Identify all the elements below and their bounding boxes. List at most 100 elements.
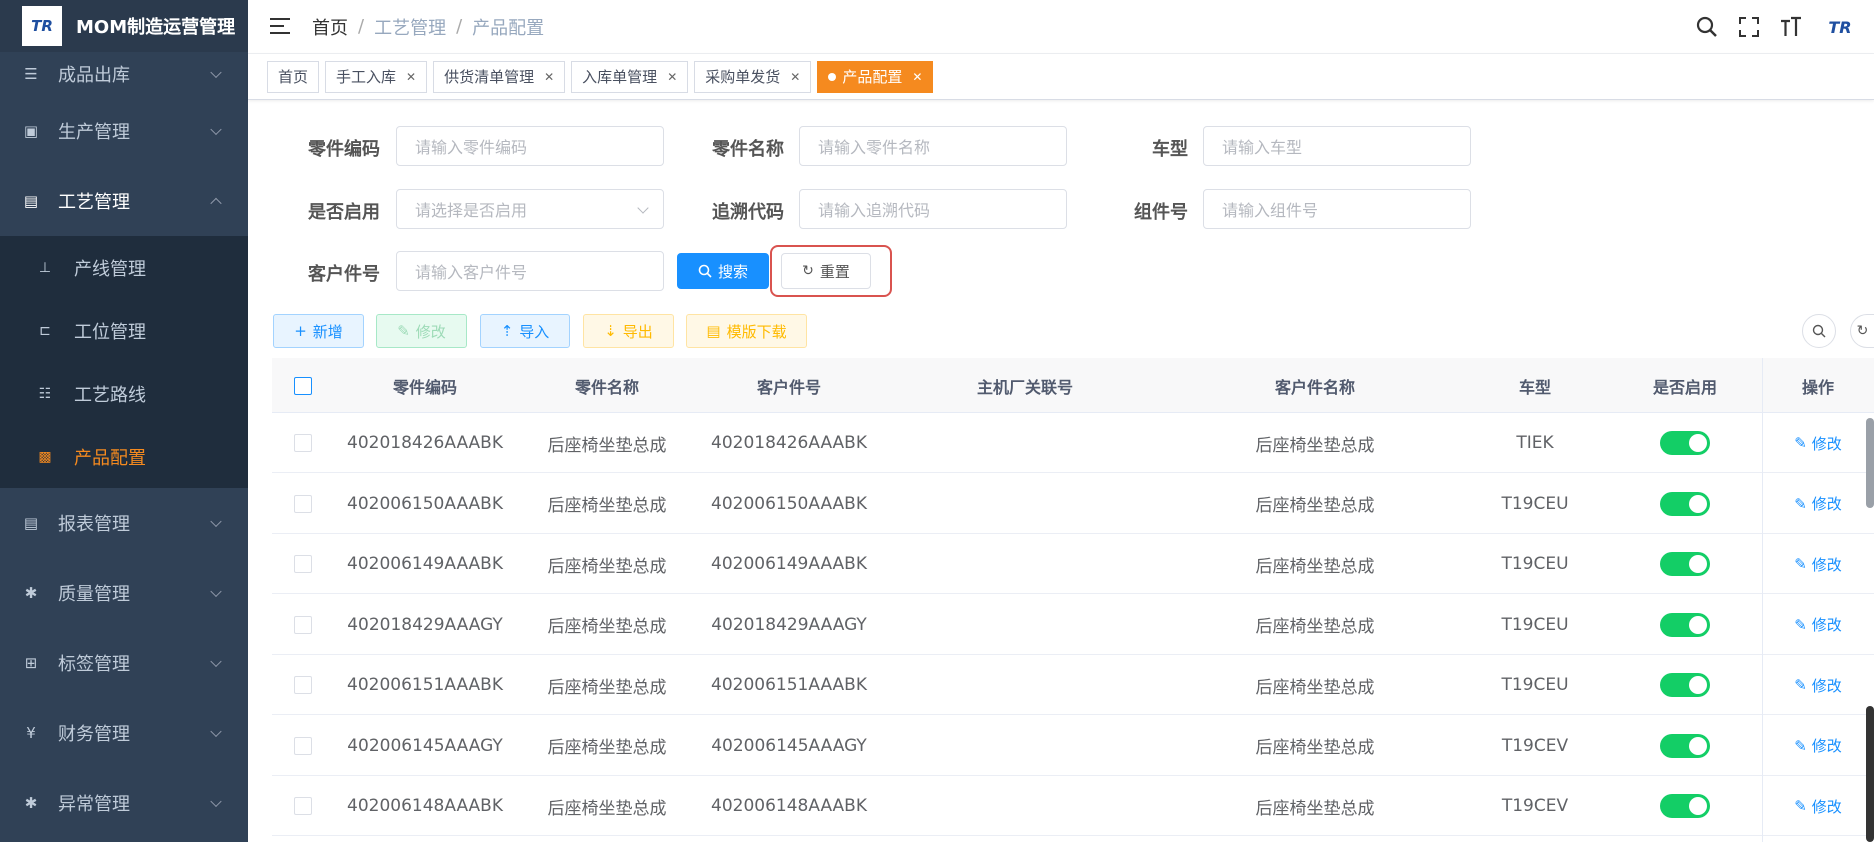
row-checkbox[interactable]	[294, 494, 312, 513]
enabled-toggle[interactable]	[1660, 673, 1710, 697]
template-download-button[interactable]: ▤ 模版下载	[686, 314, 807, 348]
sidebar-item-report[interactable]: ▤ 报表管理	[0, 488, 248, 558]
row-edit-link[interactable]: ✎ 修改	[1794, 675, 1842, 696]
tag-product-config[interactable]: 产品配置 ✕	[817, 60, 934, 93]
cell-part-name: 后座椅坐垫总成	[547, 556, 667, 577]
document-icon: ▤	[706, 322, 721, 340]
sidebar-item-label: 产品配置	[74, 447, 146, 469]
enabled-label: 是否启用	[308, 202, 380, 223]
enabled-toggle[interactable]	[1660, 552, 1710, 576]
cell-customer-part: 402018426AAABK	[711, 433, 867, 453]
customer-part-label: 客户件号	[308, 264, 380, 285]
row-edit-link[interactable]: ✎ 修改	[1794, 493, 1842, 514]
add-button[interactable]: + 新增	[273, 314, 364, 348]
search-button-label: 搜索	[717, 262, 748, 281]
fixed-column-divider	[1762, 358, 1763, 842]
export-button[interactable]: ⇣ 导出	[583, 314, 674, 348]
edit-icon: ✎	[1794, 676, 1807, 694]
close-icon[interactable]: ✕	[667, 70, 677, 84]
enabled-toggle[interactable]	[1660, 733, 1710, 758]
row-checkbox[interactable]	[294, 797, 312, 815]
sidebar-item-label: 报表管理	[58, 514, 130, 535]
row-select-cell	[272, 716, 334, 776]
part-name-input[interactable]: 请输入零件名称	[799, 126, 1067, 166]
component-input[interactable]: 请输入组件号	[1203, 189, 1471, 229]
cell-part-code: 402006149AAABK	[347, 554, 503, 574]
enabled-select[interactable]: 请选择是否启用	[396, 189, 664, 229]
navbar: 首页 / 工艺管理 / 产品配置 TR	[248, 0, 1874, 54]
edit-button[interactable]: ✎ 修改	[376, 314, 467, 348]
font-size-icon[interactable]	[1778, 14, 1804, 40]
cell-enabled	[1610, 474, 1760, 534]
sidebar-item-production[interactable]: ▣ 生产管理	[0, 96, 248, 166]
col-oem-ref: 主机厂关联号	[976, 377, 1073, 397]
customer-part-input[interactable]: 请输入客户件号	[396, 251, 664, 291]
tag-home[interactable]: 首页	[267, 60, 320, 93]
sidebar-item-finished-outbound[interactable]: ☰ 成品出库	[0, 52, 248, 96]
chevron-down-icon	[210, 795, 222, 808]
fullscreen-icon[interactable]	[1736, 14, 1762, 40]
vertical-scrollbar[interactable]	[1866, 418, 1874, 508]
tag-manual-inbound[interactable]: 手工入库 ✕	[325, 60, 428, 93]
cell-customer-name: 后座椅坐垫总成	[1255, 496, 1375, 516]
tag-purchase-shipment[interactable]: 采购单发货 ✕	[694, 60, 812, 93]
search-button[interactable]: 搜索	[677, 253, 769, 289]
row-checkbox[interactable]	[294, 555, 312, 573]
reset-button[interactable]: ↻ 重置	[781, 253, 871, 289]
sidebar-item-label-mgmt[interactable]: ⊞ 标签管理	[0, 628, 248, 698]
search-icon[interactable]	[1694, 14, 1720, 40]
toggle-search-button[interactable]	[1802, 314, 1836, 348]
refresh-icon: ↻	[802, 263, 814, 279]
tag-inbound-order[interactable]: 入库单管理 ✕	[571, 60, 689, 93]
row-checkbox[interactable]	[294, 615, 312, 634]
breadcrumb-home[interactable]: 首页	[312, 14, 348, 40]
row-edit-link[interactable]: ✎ 修改	[1794, 614, 1842, 635]
edit-button-label: 修改	[415, 322, 446, 341]
row-checkbox[interactable]	[294, 434, 312, 452]
row-edit-link[interactable]: ✎ 修改	[1794, 433, 1842, 454]
enabled-toggle[interactable]	[1660, 431, 1710, 455]
part-code-input[interactable]: 请输入零件编码	[396, 126, 664, 166]
sidebar-item-process[interactable]: ▤ 工艺管理	[0, 166, 248, 236]
enabled-toggle[interactable]	[1660, 612, 1710, 637]
enabled-toggle[interactable]	[1660, 491, 1710, 516]
edit-icon: ✎	[1794, 434, 1807, 452]
refresh-button[interactable]: ↻	[1850, 314, 1874, 348]
table-row: 402006151AAABK 后座椅坐垫总成 402006151AAABK 后座椅坐垫…	[272, 655, 1874, 715]
sidebar-item-quality[interactable]: ✱ 质量管理	[0, 558, 248, 628]
sidebar-item-finance[interactable]: ¥ 财务管理	[0, 698, 248, 768]
vehicle-input[interactable]: 请输入车型	[1203, 126, 1471, 166]
cell-part-code: 402006151AAABK	[347, 675, 503, 695]
hamburger-icon[interactable]	[270, 17, 290, 36]
close-icon[interactable]: ✕	[406, 70, 416, 84]
row-edit-label: 修改	[1811, 495, 1842, 513]
tag-label: 手工入库	[336, 68, 397, 86]
close-icon[interactable]: ✕	[544, 70, 554, 84]
row-checkbox[interactable]	[294, 736, 312, 755]
sidebar-item-exception[interactable]: ✱ 异常管理	[0, 768, 248, 838]
row-edit-link[interactable]: ✎ 修改	[1794, 735, 1842, 756]
row-edit-label: 修改	[1811, 797, 1842, 816]
import-button[interactable]: ⇡ 导入	[480, 314, 570, 348]
close-icon[interactable]: ✕	[790, 70, 800, 84]
cell-vehicle: TIEK	[1516, 433, 1554, 453]
avatar[interactable]: TR	[1820, 14, 1860, 40]
cell-part-code: 402006148AAABK	[347, 796, 503, 816]
row-edit-link[interactable]: ✎ 修改	[1794, 796, 1842, 817]
cell-part-code: 402018429AAAGY	[347, 614, 503, 635]
row-edit-link[interactable]: ✎ 修改	[1794, 554, 1842, 575]
row-checkbox[interactable]	[294, 676, 312, 694]
sidebar-item-process-route[interactable]: ☷ 工艺路线	[0, 362, 248, 425]
select-all-checkbox[interactable]	[294, 376, 312, 395]
sidebar-item-product-config[interactable]: ▩ 产品配置	[0, 425, 248, 488]
sidebar-item-line-mgmt[interactable]: ⊥ 产线管理	[0, 236, 248, 299]
process-icon: ▤	[23, 192, 39, 210]
tag-supply-list[interactable]: 供货清单管理 ✕	[433, 60, 566, 93]
col-actions: 操作	[1801, 377, 1834, 397]
trace-code-input[interactable]: 请输入追溯代码	[799, 189, 1067, 229]
sidebar-item-station-mgmt[interactable]: ⊏ 工位管理	[0, 299, 248, 362]
cell-customer-name: 后座椅坐垫总成	[1255, 677, 1375, 698]
close-icon[interactable]: ✕	[912, 70, 922, 84]
enabled-toggle[interactable]	[1660, 794, 1710, 818]
refresh-icon: ↻	[1856, 323, 1869, 339]
